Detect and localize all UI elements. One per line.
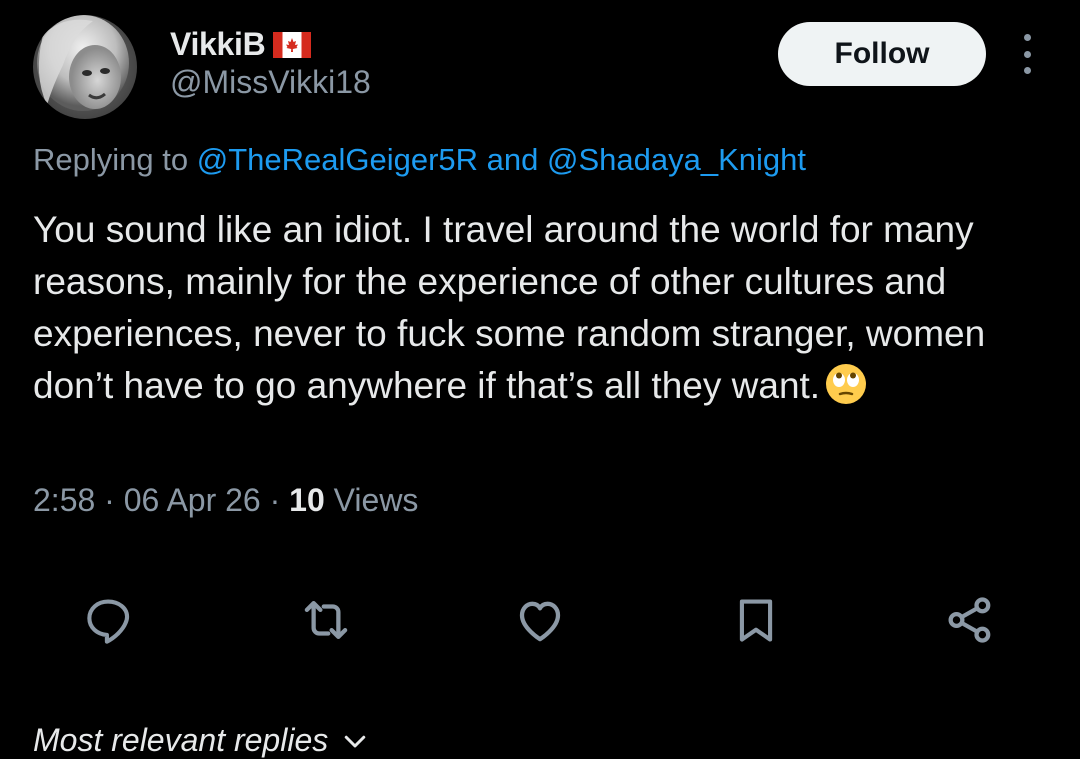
avatar-image [33,15,137,119]
repost-button[interactable] [296,590,356,650]
repost-icon [304,600,348,640]
replies-sort-label: Most relevant replies [33,722,329,758]
avatar[interactable] [33,15,137,119]
tweet-text: You sound like an idiot. I travel around… [33,204,1053,412]
face-with-rolling-eyes-emoji-icon [824,362,868,406]
heart-icon [519,601,561,642]
action-bar [0,590,1080,650]
more-vertical-icon[interactable] [1010,34,1044,74]
display-name[interactable]: VikkiB [170,26,266,63]
views-count[interactable]: 10 [289,482,325,518]
replying-prefix: Replying to [33,142,197,177]
like-button[interactable] [510,590,570,650]
mention-link-2[interactable]: @Shadaya_Knight [547,142,806,177]
share-button[interactable] [940,590,1000,650]
tweet-time: 2:58 [33,482,96,518]
meta-separator: · [95,482,124,518]
canada-flag-icon [273,32,312,58]
author-name-row[interactable]: VikkiB [170,24,312,64]
replies-sort-dropdown[interactable]: Most relevant replies [33,722,370,759]
user-handle[interactable]: @MissVikki18 [170,64,371,101]
views-label[interactable]: Views [325,482,419,518]
bookmark-button[interactable] [726,590,786,650]
tweet-date: 06 Apr 26 [123,482,261,518]
follow-button[interactable]: Follow [778,22,986,86]
share-icon [948,597,991,643]
reply-icon [87,599,130,644]
replying-conjunction[interactable]: and [478,142,547,177]
replying-to: Replying to @TheRealGeiger5R and @Shaday… [33,142,806,178]
meta-separator: · [260,482,290,518]
mention-link-1[interactable]: @TheRealGeiger5R [197,142,478,177]
chevron-down-icon [344,735,366,747]
reply-button[interactable] [78,590,138,650]
tweet-meta: 2:58 · 06 Apr 26 · 10 Views [33,482,418,519]
bookmark-icon [739,599,773,642]
